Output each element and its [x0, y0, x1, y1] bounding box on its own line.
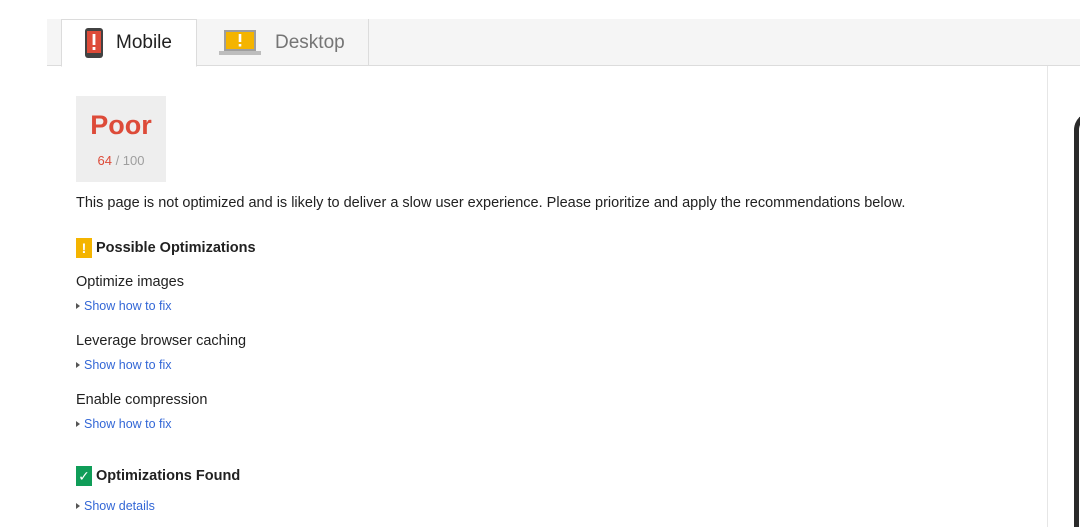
score-box: Poor 64 / 100	[76, 96, 166, 182]
score-line: 64 / 100	[76, 153, 166, 168]
phone-warning-icon	[84, 27, 104, 59]
score-value: 64	[97, 153, 112, 168]
show-how-to-fix-label: Show how to fix	[84, 299, 172, 313]
rule-optimize-images: Optimize images	[76, 274, 184, 290]
triangle-right-icon	[76, 362, 80, 368]
tab-mobile-label: Mobile	[116, 32, 172, 53]
phone-preview-frame	[1074, 112, 1080, 527]
show-how-to-fix-label: Show how to fix	[84, 417, 172, 431]
triangle-right-icon	[76, 503, 80, 509]
optimizations-found-title: Optimizations Found	[96, 468, 241, 484]
optimizations-found-heading: ✓ Optimizations Found	[76, 466, 240, 486]
laptop-warning-icon	[219, 29, 261, 57]
tab-mobile[interactable]: Mobile	[61, 19, 197, 67]
device-tab-bar: Mobile Desktop	[47, 19, 1080, 67]
summary-text: This page is not optimized and is likely…	[76, 195, 906, 211]
triangle-right-icon	[76, 421, 80, 427]
score-max: / 100	[115, 153, 145, 168]
rule-enable-compression: Enable compression	[76, 392, 208, 408]
show-how-to-fix-link-enable-compression[interactable]: Show how to fix	[76, 417, 172, 431]
show-details-link[interactable]: Show details	[76, 499, 155, 513]
checkmark-icon: ✓	[76, 466, 92, 486]
show-how-to-fix-label: Show how to fix	[84, 358, 172, 372]
score-rating: Poor	[90, 110, 152, 140]
rule-leverage-browser-caching: Leverage browser caching	[76, 333, 247, 349]
show-how-to-fix-link-optimize-images[interactable]: Show how to fix	[76, 299, 172, 313]
exclamation-icon: !	[76, 238, 92, 258]
triangle-right-icon	[76, 303, 80, 309]
pagespeed-report: Mobile Desktop Poor 64 / 100 This page i…	[0, 0, 1080, 527]
show-details-label: Show details	[84, 499, 155, 513]
show-how-to-fix-link-browser-caching[interactable]: Show how to fix	[76, 358, 172, 372]
panel-divider	[1047, 66, 1048, 527]
tab-desktop-label: Desktop	[275, 31, 345, 53]
possible-optimizations-heading: ! Possible Optimizations	[76, 238, 256, 258]
tab-desktop[interactable]: Desktop	[197, 19, 369, 66]
possible-optimizations-title: Possible Optimizations	[96, 240, 256, 256]
